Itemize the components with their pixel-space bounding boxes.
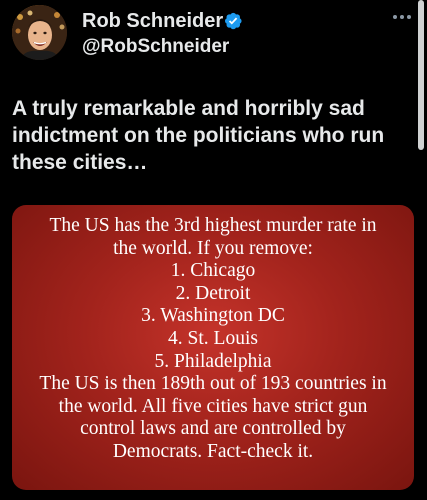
media-image-text: The US has the 3rd highest murder rate i… bbox=[12, 215, 414, 464]
avatar-image bbox=[12, 5, 67, 60]
media-text-line: 4. St. Louis bbox=[168, 327, 258, 349]
media-text-line: Democrats. Fact-check it. bbox=[112, 440, 314, 462]
tweet: Rob Schneider @RobSchneider A truly rema… bbox=[0, 0, 427, 500]
media-text-line: control laws and are controlled by bbox=[80, 418, 346, 440]
scrollbar[interactable] bbox=[418, 0, 424, 150]
avatar[interactable] bbox=[12, 5, 67, 60]
author-handle[interactable]: @RobSchneider bbox=[82, 36, 229, 58]
more-options-icon bbox=[393, 15, 411, 19]
media-text-line: 5. Philadelphia bbox=[154, 350, 272, 372]
tweet-media-image[interactable]: The US has the 3rd highest murder rate i… bbox=[12, 205, 414, 490]
more-options-button[interactable] bbox=[388, 7, 416, 27]
media-text-line: The US has the 3rd highest murder rate i… bbox=[49, 215, 377, 236]
author-display-name[interactable]: Rob Schneider bbox=[82, 10, 223, 33]
media-text-line: 2. Detroit bbox=[175, 282, 251, 304]
media-text-line: the world. If you remove: bbox=[113, 237, 313, 259]
media-text-line: The US is then 189th out of 193 countrie… bbox=[39, 373, 387, 395]
media-text-line: the world. All five cities have strict g… bbox=[58, 395, 368, 417]
tweet-text: A truly remarkable and horribly sad indi… bbox=[12, 97, 385, 174]
media-text-line: 3. Washington DC bbox=[141, 305, 285, 327]
media-text-line: 1. Chicago bbox=[170, 260, 256, 282]
verified-badge-icon bbox=[225, 12, 242, 30]
